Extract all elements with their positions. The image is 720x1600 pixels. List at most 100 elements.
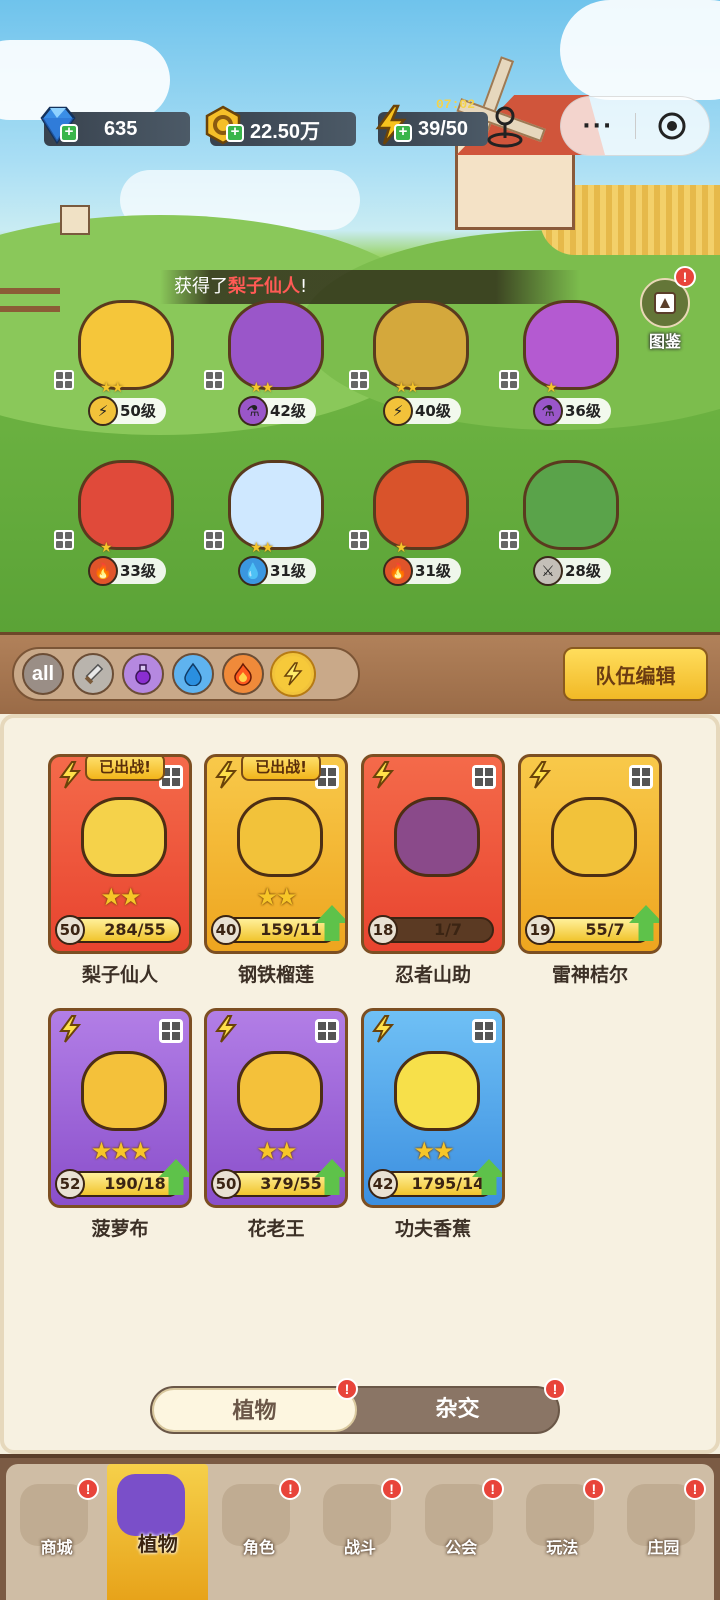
slot-grid-icon <box>159 1019 183 1043</box>
plant-card[interactable]: ★★ 50 379/55 <box>204 1008 348 1208</box>
plant-card[interactable]: ★★ 40 159/11 已出战! <box>204 754 348 954</box>
card-name: 功夫香蕉 <box>394 1218 471 1240</box>
filter-water-button[interactable] <box>172 653 214 695</box>
potion-icon: ⚗ <box>238 396 268 426</box>
plant-icon <box>117 1474 186 1536</box>
plant-card[interactable]: ★★★ 52 190/18 <box>48 1008 192 1208</box>
plant-character <box>228 460 324 550</box>
unit-level: ⚗ 42级 <box>238 396 316 426</box>
field-unit[interactable]: ★ 🔥 31级 <box>345 450 495 600</box>
diamond-icon: + <box>34 102 80 148</box>
slot-grid-icon <box>349 370 369 390</box>
gold-value: 22.50万 <box>250 120 321 143</box>
card-stars: ★★ <box>256 1137 297 1165</box>
fire-icon: 🔥 <box>383 556 413 586</box>
nav-item-gameplay[interactable]: 玩法! <box>512 1464 613 1600</box>
gems-value: 635 <box>104 117 138 140</box>
card-stars: ★★ <box>100 883 141 911</box>
nav-item-battle[interactable]: 战斗! <box>309 1464 410 1600</box>
field-unit[interactable]: ★★ 💧 31级 <box>200 450 350 600</box>
slot-grid-icon <box>499 370 519 390</box>
water-icon: 💧 <box>238 556 268 586</box>
gems-counter[interactable]: + 635 <box>40 106 190 146</box>
plant-portrait <box>394 1051 480 1131</box>
plant-card[interactable]: ★★ 42 1795/14 <box>361 1008 505 1208</box>
plus-icon[interactable]: + <box>394 124 412 142</box>
slot-grid-icon <box>54 370 74 390</box>
sword-icon <box>84 663 104 685</box>
alert-badge: ! <box>77 1478 100 1500</box>
close-capsule-button[interactable] <box>636 111 710 141</box>
element-filter-group: all <box>12 647 360 701</box>
gold-counter[interactable]: + 22.50万 <box>205 105 356 146</box>
unit-level-text: 31级 <box>415 562 451 580</box>
alert-badge: ! <box>380 1478 403 1500</box>
unit-stars: ★★ <box>100 380 124 396</box>
unit-stars: ★ <box>100 540 113 556</box>
card-stars: ★★ <box>256 883 297 911</box>
card-level: 42 <box>368 1169 398 1199</box>
filter-all-button[interactable]: all <box>22 653 64 695</box>
plant-character <box>373 460 469 550</box>
nav-item-guild[interactable]: 公会! <box>411 1464 512 1600</box>
plant-character <box>78 460 174 550</box>
plant-card-panel: ★★ 50 284/55 已出战! 梨子仙人 ★★ 40 159/11 已出战! 钢铁榴莲 18 1/… <box>0 714 720 1454</box>
nav-item-manor[interactable]: 庄园! <box>613 1464 714 1600</box>
filter-lightning-button[interactable] <box>272 653 314 695</box>
plant-card[interactable]: 18 1/7 <box>361 754 505 954</box>
lightning-icon <box>59 1015 82 1043</box>
unit-level: 🔥 33级 <box>88 556 166 586</box>
unit-stars: ★★ <box>250 540 274 556</box>
alert-badge: ! <box>674 266 696 288</box>
card-name: 菠萝布 <box>91 1218 149 1240</box>
card-level: 40 <box>211 915 241 945</box>
field-unit[interactable]: ★★ ⚗ 42级 <box>200 290 350 440</box>
team-edit-button[interactable]: 队伍编辑 <box>563 647 708 701</box>
plant-portrait <box>551 797 637 877</box>
card-name: 花老王 <box>247 1218 305 1240</box>
field-unit[interactable]: ⚔ 28级 <box>495 450 645 600</box>
nav-item-shop[interactable]: 商城! <box>6 1464 107 1600</box>
card-name: 雷神桔尔 <box>551 964 628 986</box>
alert-badge: ! <box>481 1478 504 1500</box>
field-unit[interactable]: ★ 🔥 33级 <box>50 450 200 600</box>
field-unit[interactable]: ★★ ⚡ 50级 <box>50 290 200 440</box>
plus-icon[interactable]: + <box>60 124 78 142</box>
alert-badge: ! <box>683 1478 706 1500</box>
nav-label: 商城 <box>40 1538 73 1557</box>
field-unit[interactable]: ★★ ⚡ 40级 <box>345 290 495 440</box>
filter-fire-button[interactable] <box>222 653 264 695</box>
card-stars: ★★ <box>413 1137 454 1165</box>
plant-card[interactable]: 19 55/7 <box>518 754 662 954</box>
water-icon <box>184 662 202 686</box>
nav-item-plant[interactable]: 植物 <box>107 1464 209 1600</box>
filter-sword-button[interactable] <box>72 653 114 695</box>
tab-plants[interactable]: 植物 <box>152 1388 357 1432</box>
filter-potion-button[interactable] <box>122 653 164 695</box>
lightning-icon: + <box>368 102 414 148</box>
lightning-icon <box>283 662 303 686</box>
lightning-icon: ⚡ <box>88 396 118 426</box>
nav-item-character[interactable]: 角色! <box>208 1464 309 1600</box>
energy-counter[interactable]: + 39/50 <box>375 104 488 146</box>
field-unit[interactable]: ★ ⚗ 36级 <box>495 290 645 440</box>
plus-icon[interactable]: + <box>226 124 244 142</box>
card-name: 钢铁榴莲 <box>237 964 314 986</box>
location-pin-icon[interactable] <box>485 104 525 148</box>
energy-value: 39/50 <box>418 117 469 140</box>
shard-progress-text: 1/7 <box>433 920 463 939</box>
plant-character <box>523 300 619 390</box>
unit-level: ⚡ 40级 <box>383 396 461 426</box>
slot-grid-icon <box>54 530 74 550</box>
tab-hybrid[interactable]: 杂交 <box>355 1388 560 1432</box>
target-icon <box>658 112 686 140</box>
plant-card[interactable]: ★★ 50 284/55 已出战! <box>48 754 192 954</box>
card-level: 19 <box>525 915 555 945</box>
unit-stars: ★ <box>395 540 408 556</box>
more-menu-button[interactable]: ··· <box>561 114 635 139</box>
card-stars: ★★★ <box>90 1137 152 1165</box>
filter-bar: all 队伍编辑 <box>0 632 720 714</box>
plant-portrait <box>81 797 167 877</box>
nav-label: 植物 <box>137 1532 178 1556</box>
plant-portrait <box>237 1051 323 1131</box>
